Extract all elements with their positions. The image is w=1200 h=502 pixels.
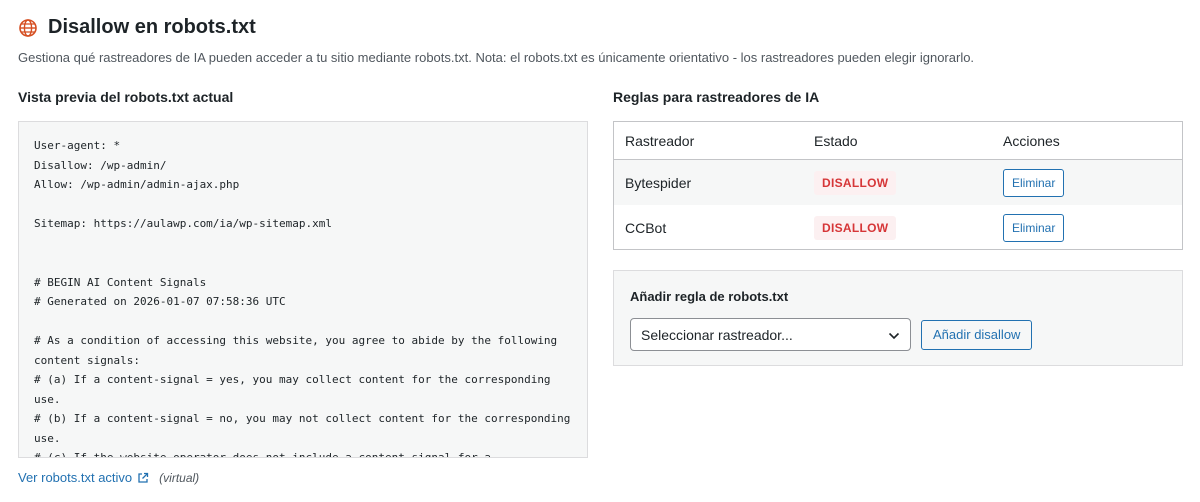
table-header: Rastreador Estado Acciones (614, 122, 1182, 160)
section-header: Disallow en robots.txt (18, 16, 256, 39)
column-status: Estado (814, 132, 858, 149)
status-badge: DISALLOW (814, 215, 897, 240)
add-disallow-button[interactable]: Añadir disallow (921, 320, 1033, 350)
delete-button[interactable]: Eliminar (1003, 168, 1065, 197)
rules-heading: Reglas para rastreadores de IA (613, 89, 820, 105)
robots-preview-content: User-agent: * Disallow: /wp-admin/ Allow… (34, 139, 571, 458)
crawler-name: CCBot (625, 219, 667, 236)
add-rule-title: Añadir regla de robots.txt (630, 289, 789, 304)
section-description: Gestiona qué rastreadores de IA pueden a… (18, 50, 975, 65)
globe-icon (18, 18, 38, 38)
add-rule-panel: Añadir regla de robots.txt Seleccionar r… (613, 270, 1183, 366)
preview-heading: Vista previa del robots.txt actual (18, 89, 234, 105)
chevron-down-icon (888, 327, 900, 343)
crawler-select-value: Seleccionar rastreador... (641, 326, 793, 343)
status-badge: DISALLOW (814, 170, 897, 195)
page-title: Disallow en robots.txt (48, 16, 256, 38)
crawler-select[interactable]: Seleccionar rastreador... (630, 318, 911, 351)
view-active-link-row: Ver robots.txt activo (virtual) (18, 470, 199, 485)
rules-table: Rastreador Estado Acciones Bytespider DI… (613, 121, 1183, 250)
delete-button[interactable]: Eliminar (1003, 213, 1065, 242)
robots-preview-box[interactable]: User-agent: * Disallow: /wp-admin/ Allow… (18, 121, 588, 458)
column-crawler: Rastreador (625, 132, 695, 149)
virtual-note: (virtual) (159, 470, 200, 485)
table-row: Bytespider DISALLOW Eliminar (614, 160, 1182, 205)
table-row: CCBot DISALLOW Eliminar (614, 205, 1182, 250)
view-robots-link[interactable]: Ver robots.txt activo (18, 470, 132, 485)
external-link-icon[interactable] (137, 472, 149, 484)
crawler-name: Bytespider (625, 174, 692, 191)
column-actions: Acciones (1003, 132, 1060, 149)
